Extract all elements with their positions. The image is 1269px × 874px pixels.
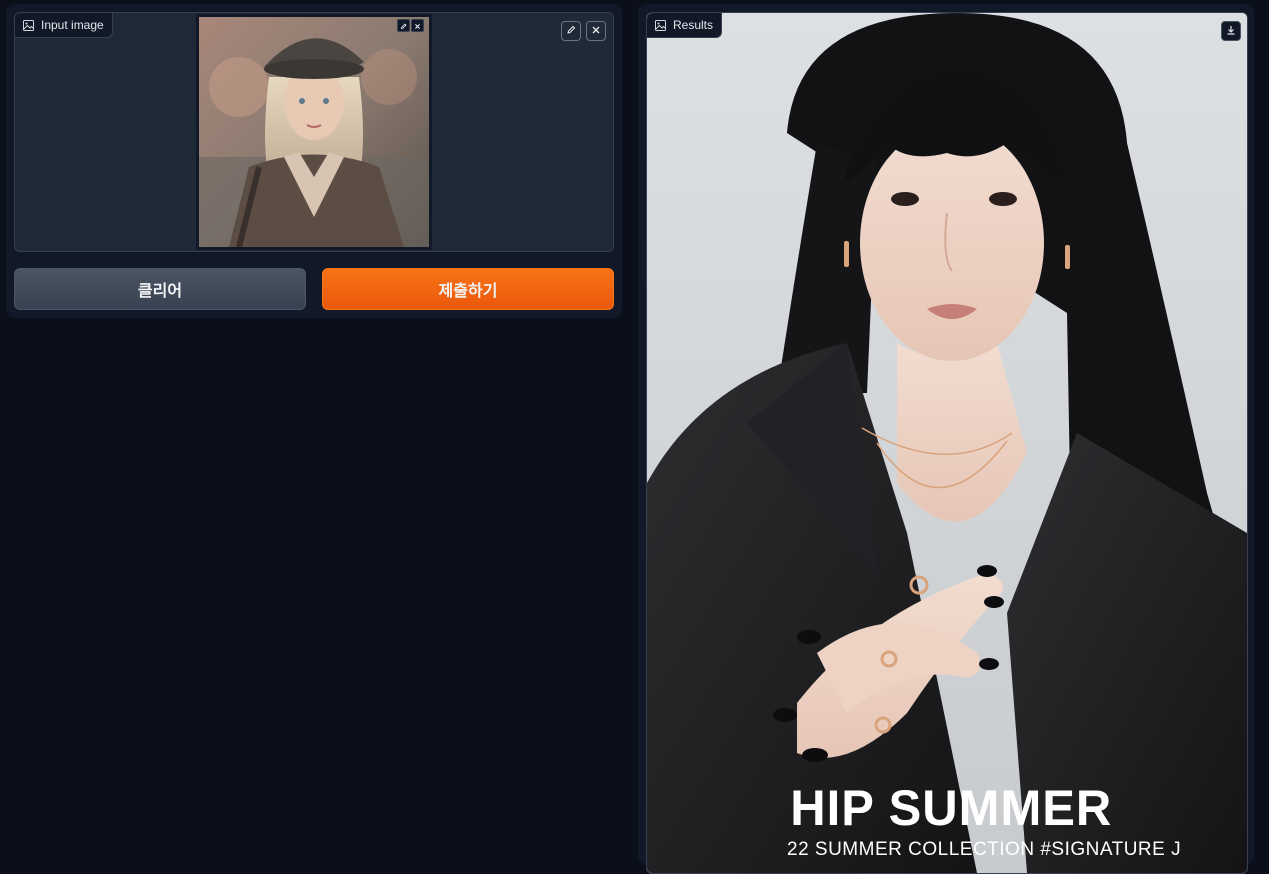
results-panel: Results HIP SUMMER 22 SUMMER COLLECTION … (646, 12, 1248, 874)
remove-image-button[interactable] (586, 21, 606, 41)
poster-subtitle: 22 SUMMER COLLECTION #SIGNATURE J (787, 839, 1182, 860)
download-button[interactable] (1221, 21, 1241, 41)
thumbnail-edit-button[interactable] (397, 19, 410, 32)
input-image-preview (196, 14, 432, 250)
edit-button[interactable] (561, 21, 581, 41)
input-image-label-text: Input image (41, 18, 104, 32)
pencil-icon (400, 17, 407, 35)
image-icon (655, 19, 666, 31)
close-icon (591, 22, 601, 40)
input-image-label: Input image (15, 13, 113, 38)
image-icon (23, 19, 34, 31)
clear-button[interactable]: 클리어 (14, 268, 306, 310)
close-icon (414, 17, 421, 35)
results-label-text: Results (673, 18, 714, 32)
input-column: Input image 클리어 제출하기 (6, 4, 622, 318)
result-image (647, 13, 1247, 873)
download-icon (1226, 22, 1236, 40)
results-column: Results HIP SUMMER 22 SUMMER COLLECTION … (638, 4, 1254, 874)
input-image-panel[interactable]: Input image (14, 12, 614, 252)
submit-button[interactable]: 제출하기 (322, 268, 614, 310)
pencil-icon (566, 22, 576, 40)
input-image-thumbnail (199, 17, 429, 247)
results-label: Results (647, 13, 723, 38)
thumbnail-close-button[interactable] (411, 19, 424, 32)
poster-title: HIP SUMMER (790, 780, 1113, 836)
